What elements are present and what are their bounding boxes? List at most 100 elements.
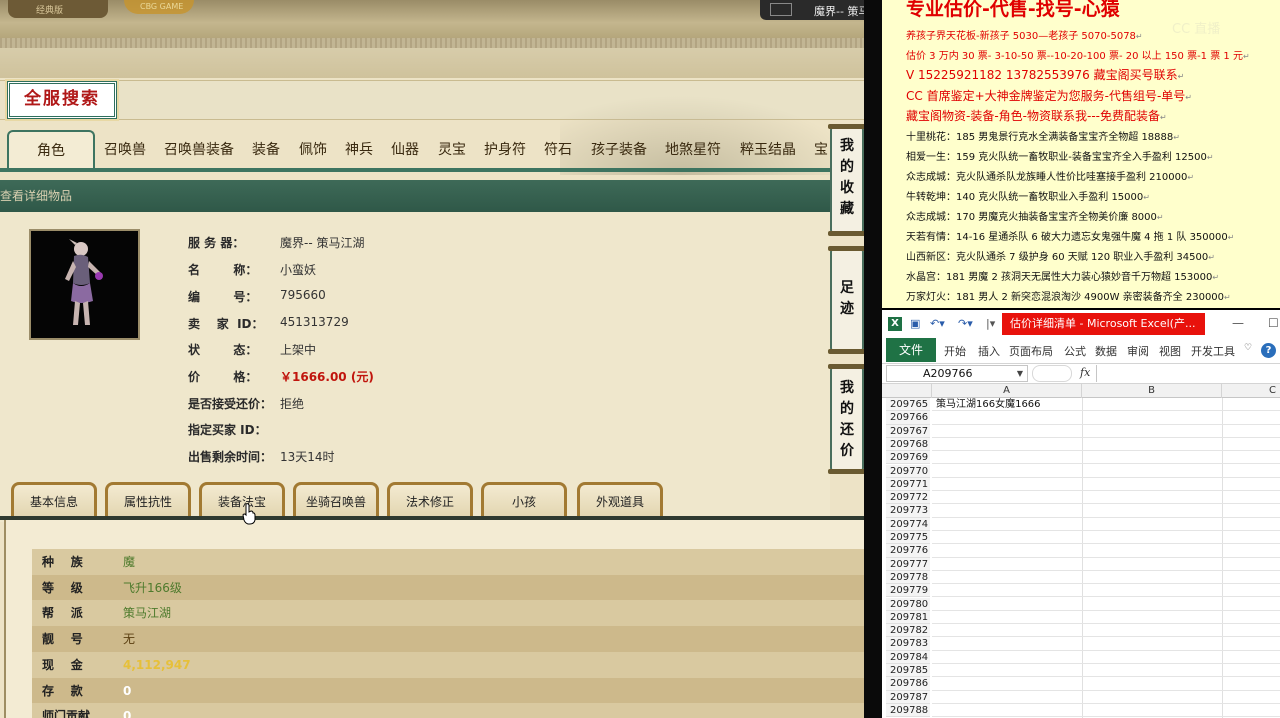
attribute-tab[interactable]: 坐骑召唤兽: [293, 482, 379, 518]
maximize-icon[interactable]: ☐: [1268, 316, 1279, 330]
row-header[interactable]: 209783: [886, 637, 930, 651]
row-header[interactable]: 209773: [886, 504, 930, 518]
my-counteroffer-button[interactable]: 我的还价: [828, 364, 864, 474]
minimize-icon[interactable]: —: [1232, 316, 1244, 330]
table-row[interactable]: [932, 637, 1280, 651]
row-header[interactable]: 209766: [886, 411, 930, 425]
category-tab[interactable]: 仙器: [391, 136, 427, 166]
save-icon[interactable]: ▣: [910, 317, 920, 330]
row-header[interactable]: 209767: [886, 424, 930, 438]
category-tab[interactable]: 角色: [7, 130, 95, 168]
category-tab[interactable]: 召唤兽: [104, 136, 154, 166]
table-row[interactable]: [932, 677, 1280, 691]
redo-icon[interactable]: ↷▾: [958, 317, 973, 330]
attribute-tab[interactable]: 属性抗性: [105, 482, 191, 518]
chevron-down-icon[interactable]: ▼: [1017, 366, 1023, 381]
category-tab[interactable]: 装备: [252, 136, 288, 166]
column-header-a[interactable]: A: [932, 384, 1082, 398]
cbg-logo[interactable]: CBG GAME: [124, 0, 194, 14]
column-header-b[interactable]: B: [1082, 384, 1222, 398]
table-row[interactable]: [932, 624, 1280, 638]
row-header[interactable]: 209782: [886, 624, 930, 638]
row-header[interactable]: 209774: [886, 517, 930, 531]
help-icon[interactable]: ?: [1261, 343, 1276, 358]
table-row[interactable]: [932, 704, 1280, 718]
ribbon-tab[interactable]: 视图: [1159, 343, 1181, 359]
server-tab[interactable]: 魔界-- 策马: [760, 0, 864, 20]
column-header-c[interactable]: C: [1222, 384, 1280, 398]
name-box[interactable]: A209766 ▼: [886, 365, 1028, 382]
ribbon-tab[interactable]: 插入: [978, 343, 1000, 359]
row-header[interactable]: 209768: [886, 437, 930, 452]
category-tab[interactable]: 神兵: [345, 136, 381, 166]
table-row[interactable]: 策马江湖166女魔1666: [932, 398, 1280, 412]
row-header[interactable]: 209776: [886, 544, 930, 558]
table-row[interactable]: [932, 558, 1280, 571]
table-row[interactable]: [932, 664, 1280, 678]
game-logo[interactable]: 经典版: [8, 0, 108, 18]
row-header[interactable]: 209765: [886, 398, 930, 412]
customize-icon[interactable]: |▾: [986, 317, 995, 330]
formula-input[interactable]: [1096, 365, 1280, 382]
table-row[interactable]: [932, 411, 1280, 425]
row-header[interactable]: 209771: [886, 477, 930, 492]
ribbon-tab[interactable]: 数据: [1095, 343, 1117, 359]
table-row[interactable]: [932, 491, 1280, 505]
row-header[interactable]: 209770: [886, 464, 930, 478]
category-tab[interactable]: 符石: [544, 136, 580, 166]
ribbon-collapse-icon[interactable]: ♡: [1244, 343, 1252, 353]
undo-icon[interactable]: ↶▾: [930, 317, 945, 330]
file-tab[interactable]: 文件: [886, 338, 936, 362]
table-row[interactable]: [932, 425, 1280, 438]
character-portrait[interactable]: [29, 229, 140, 340]
row-header[interactable]: 209778: [886, 570, 930, 585]
category-tab[interactable]: 粹玉结晶: [740, 136, 802, 166]
table-row[interactable]: [932, 571, 1280, 585]
table-row[interactable]: [932, 598, 1280, 611]
spreadsheet-grid[interactable]: 209765 策马江湖166女魔1666 209766 209767 209768 209…: [882, 398, 1280, 718]
row-header[interactable]: 209784: [886, 650, 930, 664]
attribute-tab[interactable]: 法术修正: [387, 482, 473, 518]
fx-icon[interactable]: fx: [1080, 366, 1090, 379]
category-tab[interactable]: 孩子装备: [591, 136, 653, 166]
excel-icon[interactable]: X: [888, 317, 902, 331]
row-header[interactable]: 209769: [886, 451, 930, 465]
select-all-corner[interactable]: [882, 384, 932, 398]
row-header[interactable]: 209772: [886, 491, 930, 505]
ribbon-tab[interactable]: 页面布局: [1009, 343, 1053, 359]
table-row[interactable]: [932, 451, 1280, 465]
table-row[interactable]: [932, 544, 1280, 558]
row-header[interactable]: 209786: [886, 677, 930, 691]
table-row[interactable]: [932, 504, 1280, 518]
category-tab[interactable]: 召唤兽装备: [164, 136, 240, 166]
table-row[interactable]: [932, 518, 1280, 531]
row-header[interactable]: 209779: [886, 584, 930, 598]
table-row[interactable]: [932, 691, 1280, 704]
row-header[interactable]: 209788: [886, 703, 930, 718]
row-header[interactable]: 209787: [886, 690, 930, 704]
row-header[interactable]: 209781: [886, 610, 930, 625]
category-tab[interactable]: 佩饰: [299, 136, 335, 166]
table-row[interactable]: [932, 531, 1280, 545]
ribbon-tab[interactable]: 公式: [1064, 343, 1086, 359]
global-search-button[interactable]: 全服搜索: [7, 81, 117, 119]
category-tab[interactable]: 地煞星符: [665, 136, 727, 166]
attribute-tab[interactable]: 外观道具: [577, 482, 663, 518]
table-row[interactable]: [932, 611, 1280, 625]
ribbon-tab[interactable]: 开发工具: [1191, 343, 1235, 359]
row-header[interactable]: 209775: [886, 531, 930, 545]
ribbon-tab[interactable]: 开始: [944, 343, 966, 359]
table-row[interactable]: [932, 651, 1280, 664]
ribbon-tab[interactable]: 审阅: [1127, 343, 1149, 359]
table-row[interactable]: [932, 478, 1280, 492]
footprint-button[interactable]: 足迹: [828, 246, 864, 354]
row-header[interactable]: 209780: [886, 597, 930, 611]
category-tab[interactable]: 护身符: [484, 136, 534, 166]
category-tab[interactable]: 灵宝: [438, 136, 474, 166]
row-header[interactable]: 209777: [886, 557, 930, 571]
attribute-tab[interactable]: 基本信息: [11, 482, 97, 518]
table-row[interactable]: [932, 465, 1280, 478]
table-row[interactable]: [932, 584, 1280, 598]
table-row[interactable]: [932, 438, 1280, 452]
my-favorites-button[interactable]: 我的收藏: [828, 124, 864, 236]
